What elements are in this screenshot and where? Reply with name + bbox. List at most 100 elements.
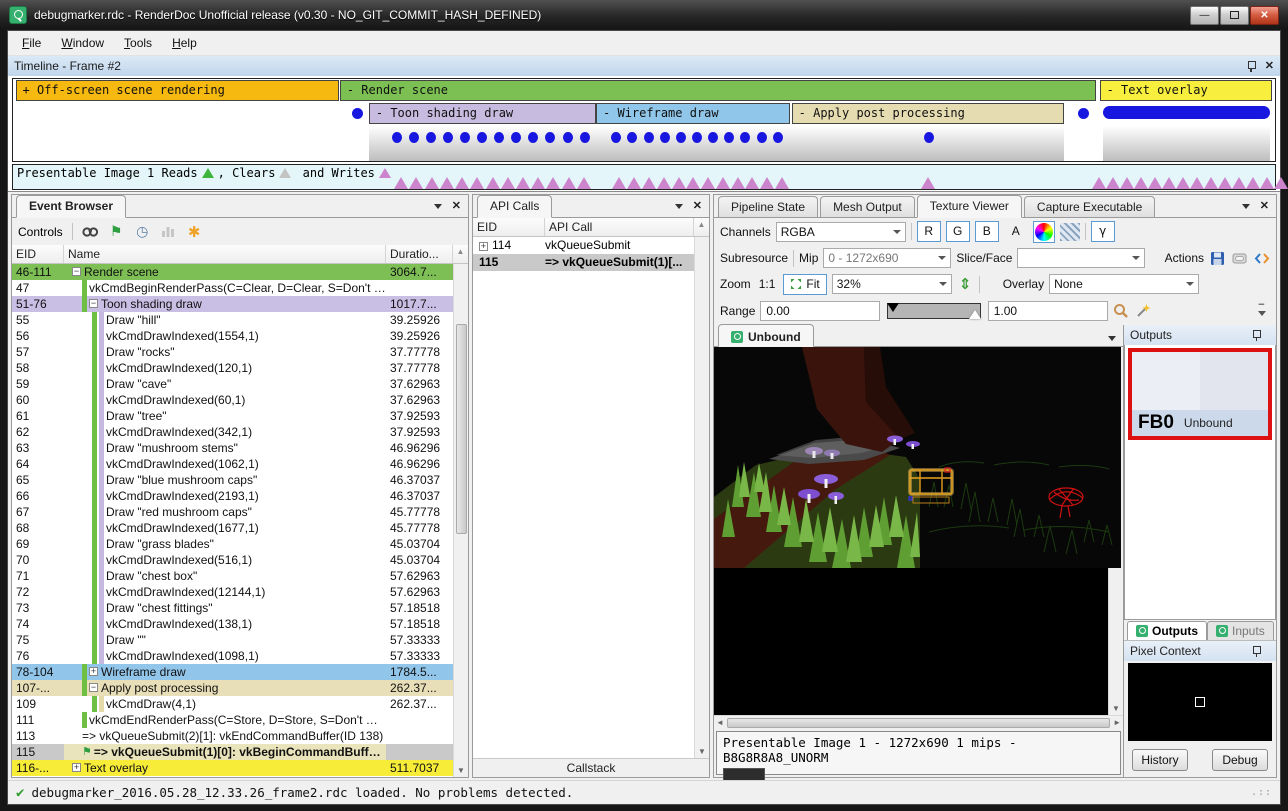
event-dot-icon[interactable] (611, 132, 621, 143)
event-row[interactable]: 78-104+Wireframe draw1784.5... (12, 664, 453, 680)
alpha-background-icon[interactable] (1060, 223, 1080, 241)
event-row[interactable]: 58vkCmdDrawIndexed(120,1)37.77778 (12, 360, 453, 376)
event-dot-icon[interactable] (528, 132, 538, 143)
column-name[interactable]: Name (64, 245, 386, 263)
column-api-call[interactable]: API Call (545, 218, 694, 236)
event-row[interactable]: 47vkCmdBeginRenderPass(C=Clear, D=Clear,… (12, 280, 453, 296)
event-row[interactable]: 111vkCmdEndRenderPass(C=Store, D=Store, … (12, 712, 453, 728)
event-dot-icon[interactable] (563, 132, 573, 143)
event-row[interactable]: 75Draw ""57.33333 (12, 632, 453, 648)
event-row[interactable]: 64vkCmdDrawIndexed(1062,1)46.96296 (12, 456, 453, 472)
range-white-marker-icon[interactable] (969, 310, 981, 319)
time-events-icon[interactable]: ◷ (134, 224, 151, 240)
event-dot-icon[interactable] (708, 132, 718, 143)
save-icon[interactable] (1209, 250, 1226, 266)
close-panel-icon[interactable]: ✕ (452, 201, 461, 212)
event-row[interactable]: 56vkCmdDrawIndexed(1554,1)39.25926 (12, 328, 453, 344)
scroll-left-icon[interactable]: ◄ (716, 718, 724, 727)
timeline-bar-wireframe-draw[interactable]: - Wireframe draw (596, 103, 790, 124)
menu-tools[interactable]: Tools (114, 33, 162, 53)
tab-inputs[interactable]: Inputs (1207, 621, 1274, 640)
scroll-right-icon[interactable]: ► (1113, 718, 1121, 727)
event-dot-icon[interactable] (477, 132, 487, 143)
maximize-button[interactable] (1220, 6, 1249, 25)
pixel-context-view[interactable] (1128, 663, 1272, 741)
tab-pipeline-state[interactable]: Pipeline State (718, 196, 818, 217)
event-dot-icon[interactable] (757, 132, 767, 143)
event-dot-icon[interactable] (660, 132, 670, 143)
api-call-row[interactable]: 115=> vkQueueSubmit(1)[... (473, 254, 694, 271)
tab-api-calls[interactable]: API Calls (477, 195, 552, 218)
panel-menu-icon[interactable] (1242, 204, 1250, 209)
write-markers-cluster[interactable] (920, 177, 935, 189)
event-row[interactable]: 60vkCmdDrawIndexed(60,1)37.62963 (12, 392, 453, 408)
bookmark-star-icon[interactable]: ✱ (186, 224, 203, 240)
close-panel-icon[interactable]: ✕ (1265, 61, 1274, 72)
scroll-down-icon[interactable]: ▼ (457, 766, 465, 777)
event-row[interactable]: 65Draw "blue mushroom caps"46.37037 (12, 472, 453, 488)
event-dot-icon[interactable] (392, 132, 402, 143)
event-dot-icon[interactable] (740, 132, 750, 143)
column-duration[interactable]: Duratio... (386, 245, 453, 263)
range-min-input[interactable]: 0.00 (760, 301, 880, 321)
event-dot-icon[interactable] (426, 132, 436, 143)
menu-window[interactable]: Window (51, 33, 114, 53)
mip-select[interactable]: 0 - 1272x690 (823, 248, 951, 268)
fb0-thumbnail[interactable]: FB0 Unbound (1128, 348, 1272, 440)
tab-capture-executable[interactable]: Capture Executable (1024, 196, 1155, 217)
link-icon[interactable] (1231, 250, 1248, 266)
texture-display[interactable] (714, 347, 1108, 715)
panel-menu-icon[interactable] (434, 204, 442, 209)
alpha-channel-button[interactable]: A (1004, 221, 1028, 242)
event-row[interactable]: 116-...+Text overlay511.7037 (12, 760, 453, 776)
event-row[interactable]: 74vkCmdDrawIndexed(138,1)57.18518 (12, 616, 453, 632)
tab-texture-unbound[interactable]: Unbound (718, 324, 814, 347)
event-row[interactable]: 57Draw "rocks"37.77778 (12, 344, 453, 360)
event-row[interactable]: 115⚑=> vkQueueSubmit(1)[0]: vkBeginComma… (12, 744, 453, 760)
event-dot-icon[interactable] (644, 132, 654, 143)
event-row[interactable]: 67Draw "red mushroom caps"45.77778 (12, 504, 453, 520)
event-dot-icon[interactable] (409, 132, 419, 143)
event-row[interactable]: 109vkCmdDraw(4,1)262.37... (12, 696, 453, 712)
api-calls-scrollbar[interactable]: ▼ (694, 237, 709, 758)
overlay-select[interactable]: None (1049, 274, 1199, 294)
event-dots-cluster[interactable] (611, 132, 783, 143)
channels-select[interactable]: RGBA (776, 222, 906, 242)
stats-icon[interactable] (160, 224, 177, 240)
close-panel-icon[interactable]: ✕ (693, 201, 702, 212)
event-dot-icon[interactable] (924, 132, 934, 143)
event-row[interactable]: 69Draw "grass blades"45.03704 (12, 536, 453, 552)
menu-help[interactable]: Help (162, 33, 207, 53)
timeline-bar-toon-shading-draw[interactable]: - Toon shading draw (369, 103, 596, 124)
events-capsule[interactable] (1103, 106, 1270, 119)
expand-icon[interactable]: + (89, 667, 98, 676)
collapse-icon[interactable]: − (89, 683, 98, 692)
collapse-icon[interactable]: − (72, 267, 81, 276)
red-channel-button[interactable]: R (917, 221, 941, 242)
expand-icon[interactable]: + (72, 763, 81, 772)
write-markers-cluster[interactable] (612, 177, 789, 189)
tab-outputs[interactable]: Outputs (1127, 621, 1207, 640)
event-row[interactable]: 72vkCmdDrawIndexed(12144,1)57.62963 (12, 584, 453, 600)
timeline-bar-off-screen-scene-rendering[interactable]: + Off-screen scene rendering (16, 80, 339, 101)
code-icon[interactable] (1253, 250, 1270, 266)
close-button[interactable]: ✕ (1250, 6, 1279, 25)
tab-event-browser[interactable]: Event Browser (16, 195, 126, 218)
flip-y-icon[interactable]: ⇕ (957, 276, 974, 292)
scrollbar-thumb[interactable] (727, 718, 1110, 728)
event-dot-icon[interactable] (545, 132, 555, 143)
event-row[interactable]: 51-76−Toon shading draw1017.7... (12, 296, 453, 312)
fit-button[interactable]: Fit (783, 274, 826, 295)
expand-icon[interactable]: + (479, 242, 488, 251)
scroll-up-icon[interactable]: ▲ (694, 218, 709, 236)
event-row[interactable]: 71Draw "chest box"57.62963 (12, 568, 453, 584)
pin-icon[interactable] (1251, 645, 1262, 657)
event-dot-icon[interactable] (494, 132, 504, 143)
event-dot-icon[interactable] (773, 132, 783, 143)
event-dot-icon[interactable] (511, 132, 521, 143)
timeline-bar-render-scene[interactable]: - Render scene (340, 80, 1096, 101)
toolbar-overflow-icon[interactable]: ▔ (1253, 303, 1270, 319)
column-eid[interactable]: EID (12, 245, 64, 263)
event-dots-cluster[interactable] (923, 132, 936, 143)
scroll-up-icon[interactable]: ▲ (453, 245, 468, 263)
